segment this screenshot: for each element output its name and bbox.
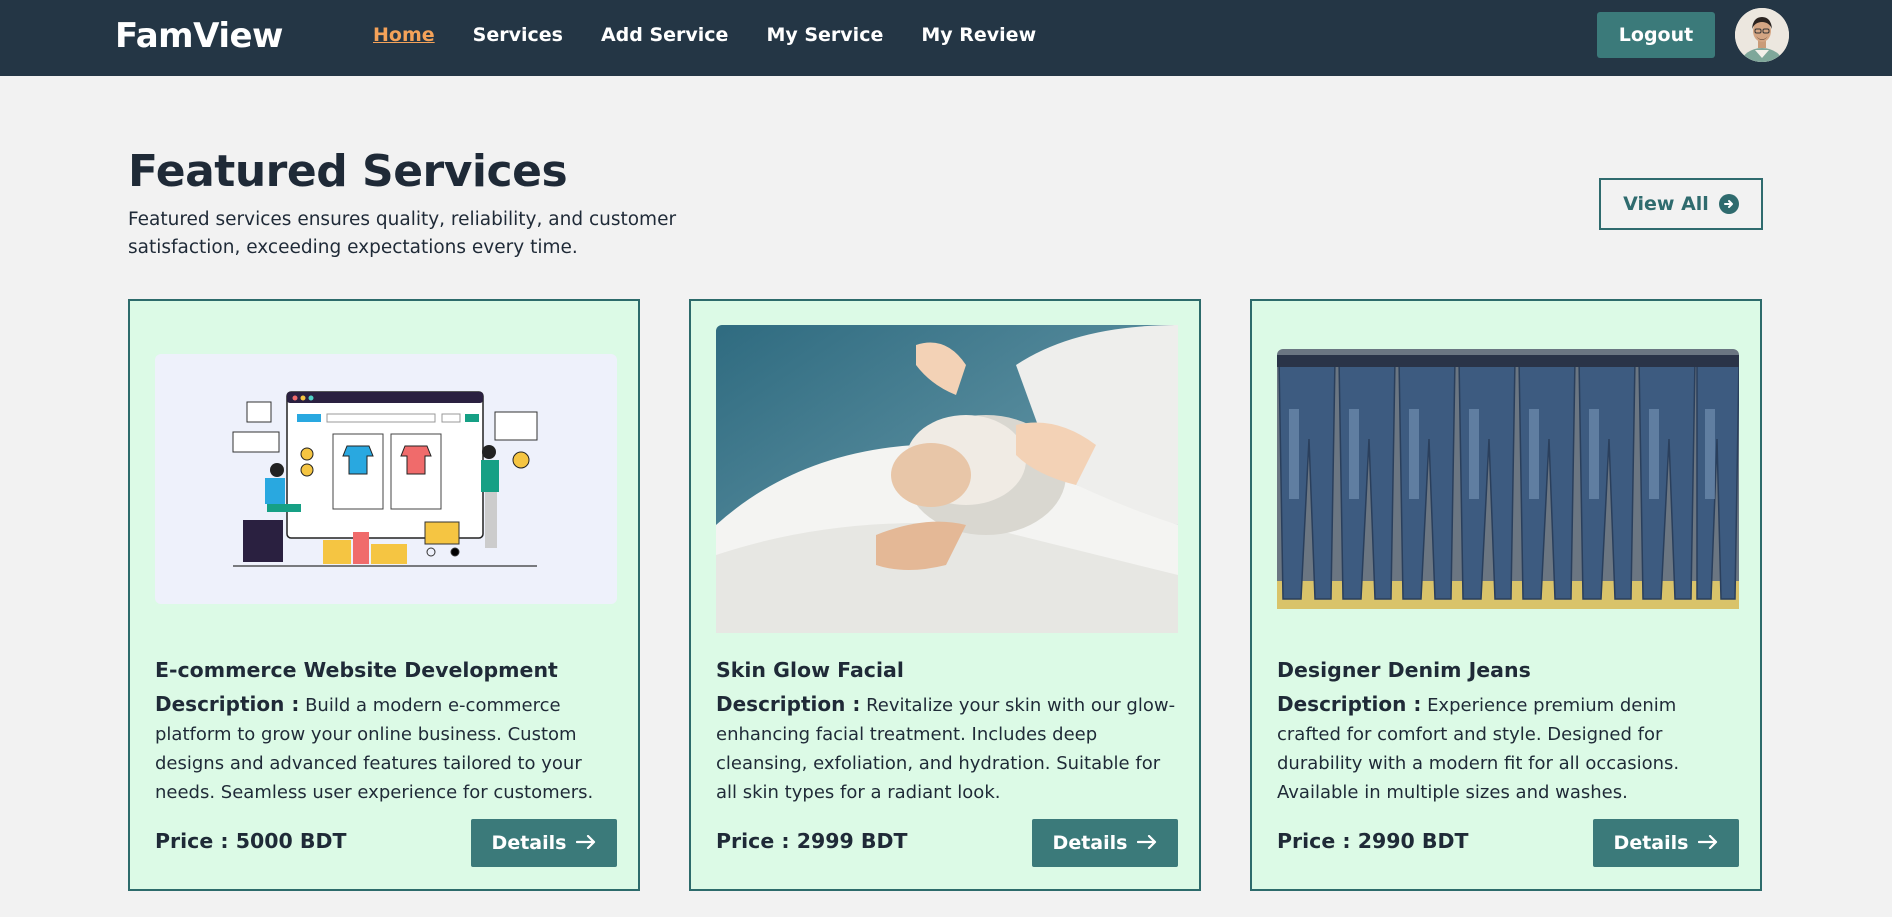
arrow-right-icon [1137,832,1157,854]
nav-link-my-review[interactable]: My Review [921,24,1036,46]
card-title: Designer Denim Jeans [1277,658,1531,682]
card-price: Price : 2999 BDT [716,829,908,853]
nav-link-my-service[interactable]: My Service [766,24,883,46]
card-description: Description : Build a modern e-commerce … [155,690,620,807]
card-description: Description : Experience premium denim c… [1277,690,1742,807]
nav-link-home[interactable]: Home [373,24,435,46]
card-title: E-commerce Website Development [155,658,558,682]
details-label: Details [1052,832,1128,854]
view-all-button[interactable]: View All [1599,178,1763,230]
card-description: Description : Revitalize your skin with … [716,690,1181,807]
card-title: Skin Glow Facial [716,658,904,682]
facial-treatment-image [716,325,1178,633]
details-button[interactable]: Details [1593,819,1739,867]
description-label: Description : [716,692,861,716]
logout-button[interactable]: Logout [1597,12,1715,58]
section-subtitle: Featured services ensures quality, relia… [128,209,677,258]
nav-link-add-service[interactable]: Add Service [601,24,729,46]
description-label: Description : [1277,692,1422,716]
nav-link-services[interactable]: Services [473,24,563,46]
main-nav: Home Services Add Service My Service My … [373,24,1074,46]
service-card: Designer Denim Jeans Description : Exper… [1250,299,1762,891]
description-label: Description : [155,692,300,716]
brand-logo[interactable]: FamView [115,16,283,56]
navbar: FamView Home Services Add Service My Ser… [0,0,1892,76]
section-title: Featured Services [128,146,568,197]
user-avatar-icon[interactable] [1735,8,1789,62]
ecommerce-illustration-image [155,325,617,633]
denim-jeans-image [1277,325,1739,633]
arrow-right-icon [576,832,596,854]
card-price: Price : 2990 BDT [1277,829,1469,853]
view-all-label: View All [1623,193,1709,215]
details-label: Details [1613,832,1689,854]
details-button[interactable]: Details [471,819,617,867]
arrow-right-icon [1698,832,1718,854]
service-card: Skin Glow Facial Description : Revitaliz… [689,299,1201,891]
service-card: E-commerce Website Development Descripti… [128,299,640,891]
details-label: Details [491,832,567,854]
details-button[interactable]: Details [1032,819,1178,867]
card-price: Price : 5000 BDT [155,829,347,853]
arrow-circle-right-icon [1718,194,1739,214]
